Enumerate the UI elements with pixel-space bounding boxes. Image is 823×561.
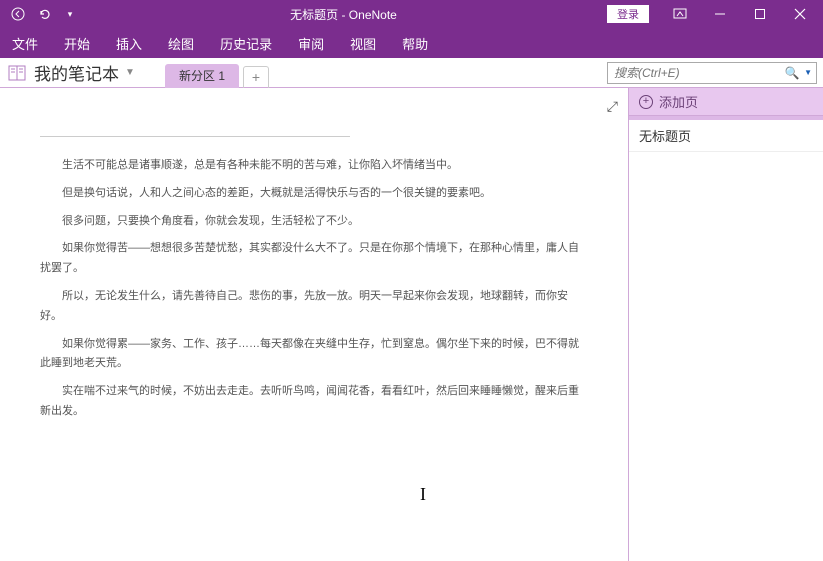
menubar: 文件 开始 插入 绘图 历史记录 审阅 视图 帮助: [0, 28, 823, 58]
title-underline: [40, 136, 350, 137]
qat-dropdown-icon[interactable]: ▾: [60, 4, 80, 24]
page-list-item[interactable]: 无标题页: [629, 120, 823, 152]
menu-review[interactable]: 审阅: [296, 30, 326, 57]
menu-draw[interactable]: 绘图: [166, 30, 196, 57]
menu-help[interactable]: 帮助: [400, 30, 430, 57]
menu-home[interactable]: 开始: [62, 30, 92, 57]
search-input[interactable]: [608, 66, 780, 80]
menu-insert[interactable]: 插入: [114, 30, 144, 57]
section-tab-label: 新分区 1: [179, 67, 225, 84]
section-tab-active[interactable]: 新分区 1: [165, 64, 239, 88]
editor-canvas[interactable]: ⤢ 生活不可能总是诸事顺遂，总是有各种未能不明的苦与难，让你陷入坏情绪当中。 但…: [0, 88, 628, 561]
note-paragraph: 很多问题，只要换个角度看，你就会发现，生活轻松了不少。: [40, 212, 588, 232]
menu-file[interactable]: 文件: [10, 30, 40, 57]
search-icon[interactable]: 🔍: [780, 66, 804, 80]
note-paragraph: 实在喘不过来气的时候，不妨出去走走。去听听鸟鸣，闻闻花香，看看红叶，然后回来睡睡…: [40, 382, 588, 422]
text-cursor: I: [420, 484, 426, 505]
page-panel: + 添加页 无标题页: [628, 88, 823, 561]
chevron-down-icon: ▼: [125, 67, 135, 78]
close-icon[interactable]: [781, 2, 819, 26]
undo-icon[interactable]: [34, 4, 54, 24]
notebook-icon: [8, 65, 28, 81]
notebook-name: 我的笔记本: [34, 60, 119, 85]
page-title: 无标题页: [639, 126, 691, 145]
minimize-icon[interactable]: [701, 2, 739, 26]
note-paragraph: 但是换句话说，人和人之间心态的差距，大概就是活得快乐与否的一个很关键的要素吧。: [40, 184, 588, 204]
notebook-selector[interactable]: 我的笔记本 ▼: [0, 60, 165, 85]
add-section-button[interactable]: +: [243, 66, 269, 88]
titlebar: ▾ 无标题页 - OneNote 登录: [0, 0, 823, 28]
window-title: 无标题页 - OneNote: [80, 6, 607, 23]
expand-icon[interactable]: ⤢: [607, 98, 618, 115]
search-dropdown-icon[interactable]: ▼: [804, 68, 816, 77]
menu-view[interactable]: 视图: [348, 30, 378, 57]
search-box[interactable]: 🔍 ▼: [607, 62, 817, 84]
add-page-label: 添加页: [659, 92, 698, 111]
menu-history[interactable]: 历史记录: [218, 30, 274, 57]
note-paragraph: 如果你觉得累——家务、工作、孩子……每天都像在夹缝中生存，忙到窒息。偶尔坐下来的…: [40, 335, 588, 375]
toolbar: 我的笔记本 ▼ 新分区 1 + 🔍 ▼: [0, 58, 823, 88]
back-icon[interactable]: [8, 4, 28, 24]
login-button[interactable]: 登录: [607, 5, 649, 23]
note-content: 生活不可能总是诸事顺遂，总是有各种未能不明的苦与难，让你陷入坏情绪当中。 但是换…: [0, 88, 628, 422]
plus-circle-icon: +: [639, 95, 653, 109]
note-paragraph: 所以，无论发生什么，请先善待自己。悲伤的事，先放一放。明天一早起来你会发现，地球…: [40, 287, 588, 327]
note-paragraph: 如果你觉得苦——想想很多苦楚忧愁，其实都没什么大不了。只是在你那个情境下，在那种…: [40, 239, 588, 279]
ribbon-display-icon[interactable]: [661, 2, 699, 26]
note-paragraph: 生活不可能总是诸事顺遂，总是有各种未能不明的苦与难，让你陷入坏情绪当中。: [40, 156, 588, 176]
maximize-icon[interactable]: [741, 2, 779, 26]
add-page-button[interactable]: + 添加页: [629, 88, 823, 116]
